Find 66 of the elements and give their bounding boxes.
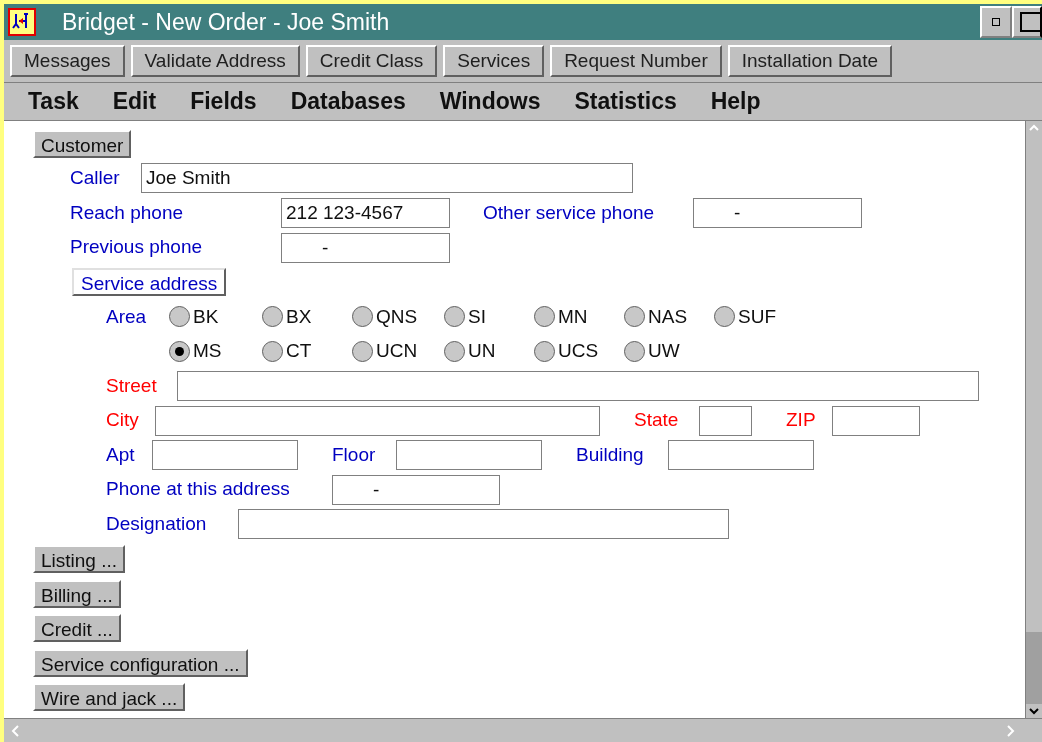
field-label: Phone at this address bbox=[106, 477, 291, 502]
field-label: ZIP bbox=[786, 408, 817, 433]
section-button[interactable]: Credit ... bbox=[33, 614, 121, 643]
input-field[interactable] bbox=[238, 509, 729, 540]
menu-item[interactable]: Statistics bbox=[574, 84, 677, 119]
radio-option[interactable]: UW bbox=[624, 337, 714, 366]
field-label: Other service phone bbox=[483, 200, 656, 225]
radio-option[interactable]: NAS bbox=[624, 302, 714, 331]
field-label: Street bbox=[106, 373, 158, 398]
radio-option[interactable]: QNS bbox=[352, 302, 444, 331]
toolbar-button[interactable]: Credit Class bbox=[305, 45, 438, 77]
field-label: Caller bbox=[70, 166, 121, 191]
section-button[interactable]: Listing ... bbox=[33, 544, 126, 573]
input-field[interactable]: - bbox=[332, 474, 500, 505]
menu-item[interactable]: Edit bbox=[112, 84, 157, 119]
field-label: Building bbox=[576, 442, 645, 467]
field-label: State bbox=[634, 408, 680, 433]
input-field[interactable]: 212 123-4567 bbox=[281, 198, 450, 228]
app-icon bbox=[8, 8, 36, 36]
input-field[interactable] bbox=[152, 440, 298, 471]
input-field[interactable]: Joe Smith bbox=[141, 163, 633, 194]
input-field[interactable]: - bbox=[281, 232, 450, 263]
section-button[interactable]: Wire and jack ... bbox=[33, 683, 186, 712]
input-field[interactable] bbox=[699, 405, 752, 436]
input-field[interactable] bbox=[396, 440, 542, 471]
maximize-button[interactable] bbox=[1012, 6, 1042, 38]
window-title: Bridget - New Order - Joe Smith bbox=[62, 7, 390, 37]
field-label: Designation bbox=[106, 512, 208, 537]
input-field[interactable] bbox=[177, 370, 979, 401]
field-label: Apt bbox=[106, 442, 136, 467]
menu-item[interactable]: Fields bbox=[190, 84, 257, 119]
section-button[interactable]: Service configuration ... bbox=[33, 648, 248, 677]
radio-option[interactable]: SI bbox=[444, 302, 534, 331]
toolbar-button[interactable]: Validate Address bbox=[130, 45, 300, 77]
field-label: Area bbox=[106, 304, 148, 329]
section-button[interactable]: Customer bbox=[33, 129, 132, 158]
radio-option[interactable]: UCN bbox=[352, 337, 444, 366]
toolbar-button[interactable]: Messages bbox=[10, 45, 125, 77]
input-field[interactable] bbox=[832, 405, 920, 436]
input-field[interactable]: - bbox=[693, 198, 862, 228]
toolbar-button[interactable]: Services bbox=[443, 45, 545, 77]
menu-item[interactable]: Task bbox=[28, 84, 79, 119]
radio-option[interactable]: SUF bbox=[714, 302, 804, 331]
minimize-button[interactable] bbox=[980, 6, 1012, 38]
radio-option[interactable]: MN bbox=[534, 302, 624, 331]
section-button[interactable]: Billing ... bbox=[33, 579, 121, 608]
toolbar-button[interactable]: Request Number bbox=[550, 45, 722, 77]
vertical-scrollbar[interactable] bbox=[1025, 121, 1042, 718]
field-label: Reach phone bbox=[70, 200, 185, 225]
radio-option[interactable]: MS bbox=[169, 337, 262, 366]
field-label: Previous phone bbox=[70, 235, 204, 260]
toolbar-button[interactable]: Installation Date bbox=[727, 45, 892, 77]
radio-option[interactable]: UCS bbox=[534, 337, 624, 366]
field-label: Floor bbox=[332, 442, 377, 467]
menu-item[interactable]: Databases bbox=[290, 84, 406, 119]
radio-option[interactable]: UN bbox=[444, 337, 534, 366]
input-field[interactable] bbox=[155, 405, 600, 436]
menu-item[interactable]: Windows bbox=[439, 84, 541, 119]
section-button[interactable]: Service address bbox=[72, 268, 227, 297]
field-label: City bbox=[106, 408, 140, 433]
input-field[interactable] bbox=[668, 440, 814, 471]
radio-option[interactable]: CT bbox=[262, 337, 352, 366]
menu-item[interactable]: Help bbox=[710, 84, 761, 119]
scroll-thumb[interactable] bbox=[1026, 632, 1042, 704]
radio-option[interactable]: BK bbox=[169, 302, 262, 331]
radio-option[interactable]: BX bbox=[262, 302, 352, 331]
